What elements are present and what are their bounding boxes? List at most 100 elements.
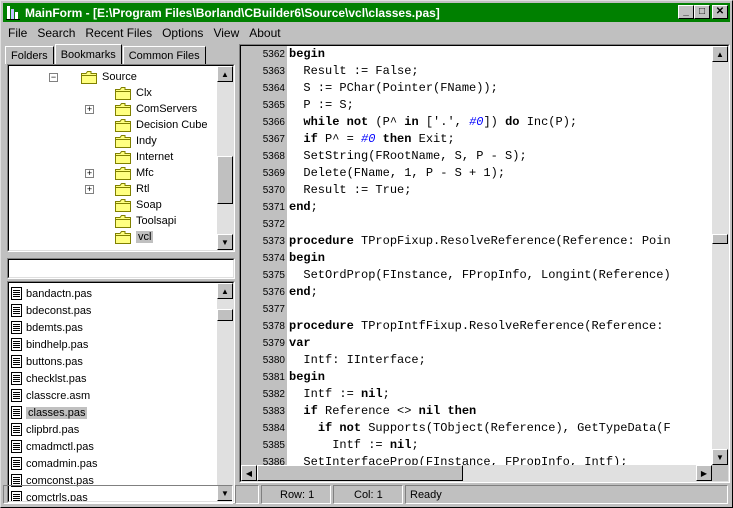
file-item-label: comadmin.pas [26, 457, 98, 470]
code-text: Delete(FName, 1, P - S + 1); [289, 166, 506, 180]
status-message: Ready [405, 485, 728, 504]
tree-item-label: Soap [136, 199, 162, 211]
menu-about[interactable]: About [244, 26, 285, 40]
editor-vscrollbar[interactable]: ▲ ▼ [712, 46, 728, 465]
file-item[interactable]: cmadmctl.pas [11, 438, 94, 455]
line-number: 5377 [262, 304, 285, 315]
menu-file[interactable]: File [3, 26, 32, 40]
tree-item-toolsapi[interactable]: Toolsapi [115, 213, 176, 229]
file-item[interactable]: comadmin.pas [11, 455, 98, 472]
code-text: SetString(FRootName, S, P - S); [289, 149, 527, 163]
tree-item-decision-cube[interactable]: Decision Cube [115, 117, 208, 133]
code-text: S := PChar(Pointer(FName)); [289, 81, 498, 95]
file-icon [11, 338, 22, 351]
line-number: 5382 [262, 389, 285, 400]
tree-item-label: ComServers [136, 103, 198, 115]
tree-item-indy[interactable]: Indy [115, 133, 157, 149]
line-number: 5369 [262, 168, 285, 179]
menu-search[interactable]: Search [32, 26, 80, 40]
menu-label: About [249, 26, 281, 40]
line-number: 5366 [262, 117, 285, 128]
code-text: begin [289, 47, 326, 61]
scroll-left-icon[interactable]: ◀ [241, 465, 257, 481]
code-text: end; [289, 200, 318, 214]
tree-scrollbar[interactable]: ▲ ▼ [217, 66, 233, 250]
expand-icon[interactable]: + [85, 169, 94, 178]
line-number: 5368 [262, 151, 285, 162]
file-item[interactable]: buttons.pas [11, 353, 83, 370]
file-list-scrollbar[interactable]: ▲ ▼ [217, 283, 233, 501]
code-editor[interactable]: 5362 begin 5363 Result := False; 5364 S := … [239, 44, 730, 483]
scroll-thumb[interactable] [217, 156, 233, 204]
menu-options[interactable]: Options [157, 26, 208, 40]
file-item[interactable]: classes.pas [11, 404, 88, 421]
tab-label: Common Files [128, 49, 200, 62]
maximize-button[interactable]: □ [694, 5, 710, 19]
file-item[interactable]: bindhelp.pas [11, 336, 88, 353]
expand-icon[interactable]: + [85, 105, 94, 114]
folder-tree[interactable]: − Source Clx + ComServers Decision Cube Indy… [7, 64, 235, 252]
tree-item-label: Source [102, 71, 137, 83]
file-item[interactable]: checklst.pas [11, 370, 87, 387]
close-button[interactable]: ✕ [712, 5, 728, 19]
file-item[interactable]: bdemts.pas [11, 319, 83, 336]
filter-field[interactable] [7, 258, 235, 279]
tree-item-label: Clx [136, 87, 152, 99]
minimize-button[interactable]: _ [678, 5, 694, 19]
code-text: Intf: IInterface; [289, 353, 426, 367]
status-row-text: Row: 1 [280, 488, 315, 501]
scroll-down-icon[interactable]: ▼ [217, 234, 233, 250]
scroll-thumb[interactable] [217, 309, 233, 321]
menu-label: Recent Files [85, 26, 153, 40]
code-text: begin [289, 251, 326, 265]
line-number: 5375 [262, 270, 285, 281]
scroll-up-icon[interactable]: ▲ [217, 66, 233, 82]
app-icon [5, 5, 21, 21]
code-area[interactable]: 5362 begin 5363 Result := False; 5364 S := … [241, 46, 712, 465]
line-number: 5367 [262, 134, 285, 145]
tree-item-vcl[interactable]: vcl [115, 229, 154, 245]
main-window: MainForm - [E:\Program Files\Borland\CBu… [0, 0, 733, 508]
file-item[interactable]: bandactn.pas [11, 285, 92, 302]
tree-item-rtl[interactable]: Rtl [115, 181, 149, 197]
code-text: Intf := nil; [289, 387, 390, 401]
scroll-right-icon[interactable]: ▶ [696, 465, 712, 481]
file-item-label: bandactn.pas [26, 287, 93, 300]
tree-item-soap[interactable]: Soap [115, 197, 162, 213]
scroll-down-icon[interactable]: ▼ [712, 449, 728, 465]
tree-item-source[interactable]: Source [81, 69, 137, 85]
scroll-thumb[interactable] [257, 465, 463, 481]
minimize-icon: _ [683, 6, 689, 17]
tab-bookmarks[interactable]: Bookmarks [54, 44, 122, 64]
file-item-label: bindhelp.pas [26, 338, 89, 351]
tree-item-clx[interactable]: Clx [115, 85, 152, 101]
expand-icon[interactable]: + [85, 185, 94, 194]
editor-hscrollbar[interactable]: ◀ ▶ [241, 465, 712, 481]
line-number: 5378 [262, 321, 285, 332]
scroll-thumb[interactable] [712, 234, 728, 244]
file-list[interactable]: bandactn.pas bdeconst.pas bdemts.pas bindhe… [7, 281, 235, 503]
menu-recent-files[interactable]: Recent Files [80, 26, 157, 40]
title-bar[interactable]: MainForm - [E:\Program Files\Borland\CBu… [3, 3, 730, 22]
line-number: 5381 [262, 372, 285, 383]
collapse-icon[interactable]: − [49, 73, 58, 82]
line-number: 5384 [262, 423, 285, 434]
menu-view[interactable]: View [208, 26, 244, 40]
scroll-up-icon[interactable]: ▲ [712, 46, 728, 62]
line-number: 5380 [262, 355, 285, 366]
scroll-up-icon[interactable]: ▲ [217, 283, 233, 299]
file-item[interactable]: bdeconst.pas [11, 302, 91, 319]
tree-item-internet[interactable]: Internet [115, 149, 173, 165]
tree-item-mfc[interactable]: Mfc [115, 165, 154, 181]
line-number: 5370 [262, 185, 285, 196]
code-text: while not (P^ in ['.', #0]) do Inc(P); [303, 115, 578, 129]
tab-common-files[interactable]: Common Files [122, 46, 206, 64]
line-number: 5371 [262, 202, 285, 213]
file-item[interactable]: classcre.asm [11, 387, 90, 404]
tree-item-comservers[interactable]: ComServers [115, 101, 197, 117]
status-row: Row: 1 [261, 485, 331, 504]
file-item[interactable]: clipbrd.pas [11, 421, 79, 438]
code-text: begin [289, 370, 326, 384]
tab-folders[interactable]: Folders [5, 46, 54, 64]
file-icon [11, 372, 22, 385]
